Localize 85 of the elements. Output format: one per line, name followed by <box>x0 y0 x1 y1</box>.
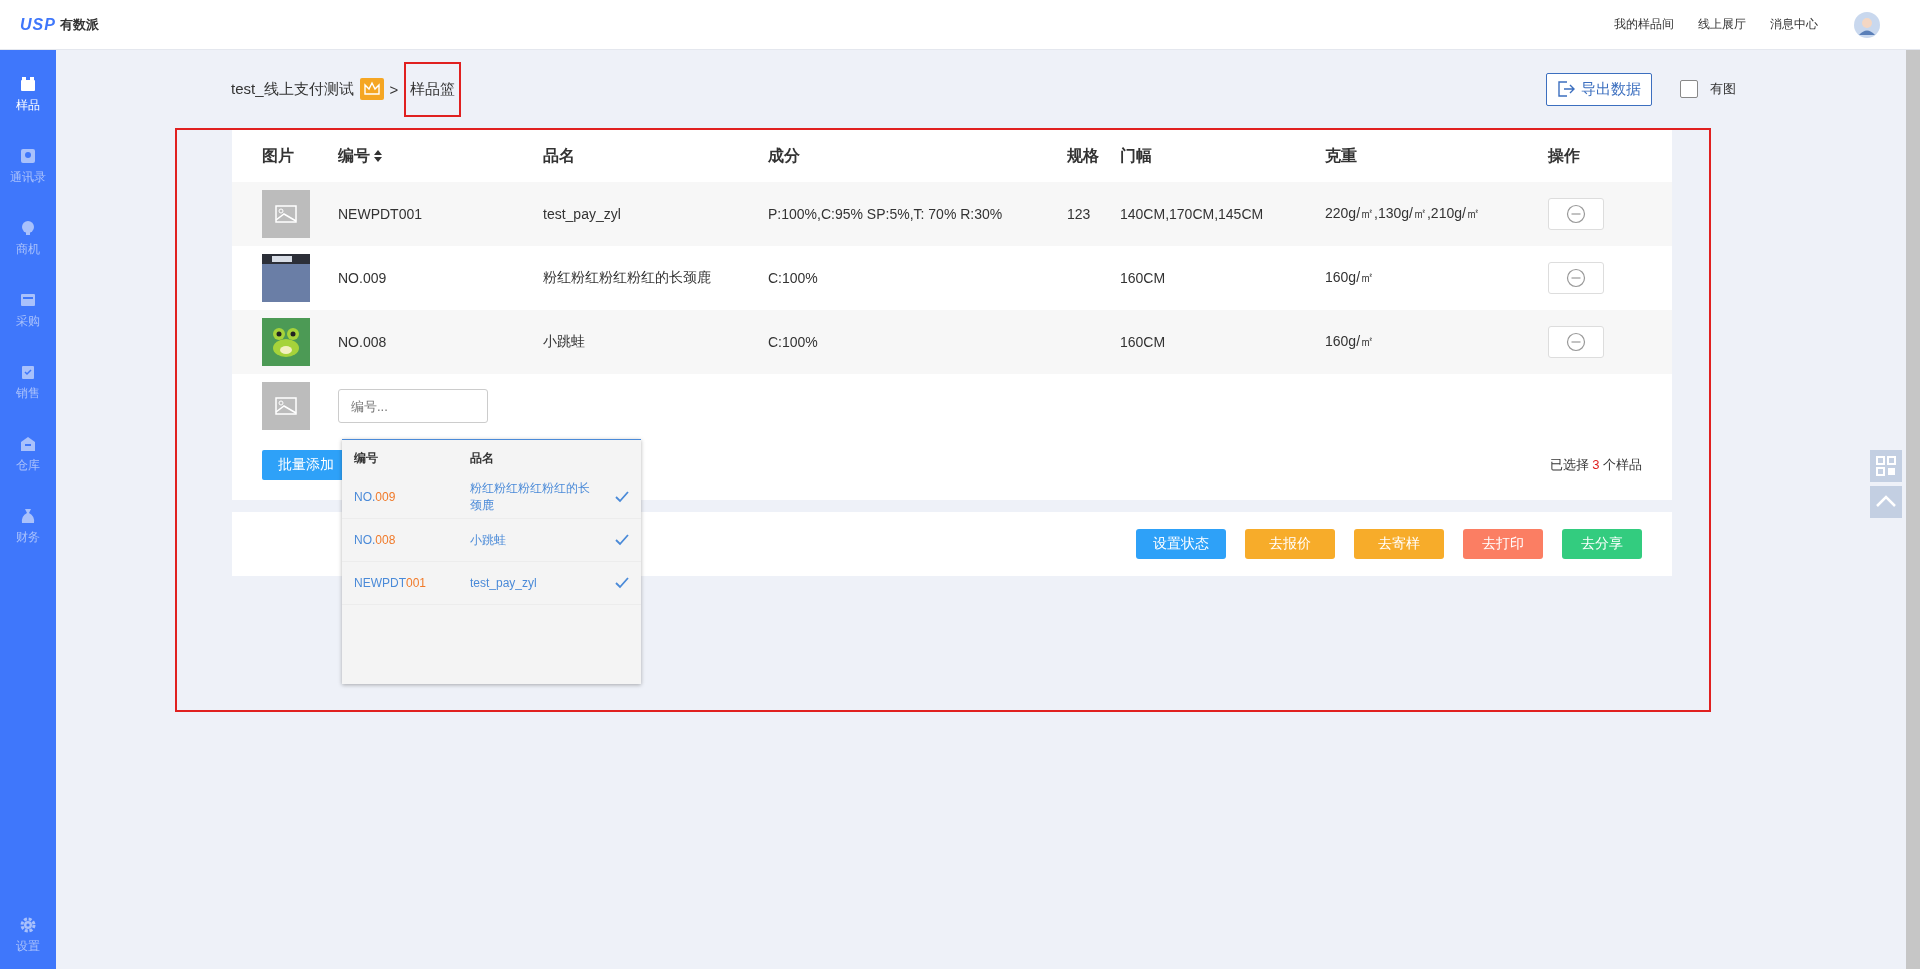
table-cell: C:100% <box>768 270 818 286</box>
column-header: 操作 <box>1548 145 1580 166</box>
breadcrumb-separator: > <box>389 80 399 98</box>
checkbox[interactable] <box>1680 80 1698 98</box>
item-code: NO.009 <box>354 490 397 504</box>
sidebar-item[interactable]: 销售 <box>0 364 56 402</box>
table-cell: 160g/㎡ <box>1325 333 1375 351</box>
minus-circle-icon <box>1566 268 1586 288</box>
table-cell: test_pay_zyl <box>543 206 621 222</box>
column-header: 品名 <box>543 145 575 166</box>
table-cell: C:100% <box>768 334 818 350</box>
column-header: 编号 <box>338 145 370 166</box>
export-icon <box>1557 80 1575 98</box>
item-name: 粉红粉红粉红粉红的长颈鹿 <box>470 480 590 514</box>
breadcrumb-current: 样品篮 <box>404 61 462 117</box>
column-header: 克重 <box>1325 145 1357 166</box>
table-cell: NO.008 <box>338 334 387 350</box>
item-code: NEWPDT001 <box>354 576 428 590</box>
frog-drawing <box>262 318 310 366</box>
module-icon <box>20 436 36 452</box>
sidebar-item[interactable]: 通讯录 <box>0 148 56 186</box>
remove-button[interactable] <box>1548 262 1604 294</box>
scrollbar[interactable] <box>1906 50 1920 969</box>
sidebar-item[interactable]: 采购 <box>0 292 56 330</box>
action-button[interactable]: 设置状态 <box>1136 529 1226 559</box>
sidebar-item[interactable]: 样品 <box>0 76 56 114</box>
action-button[interactable]: 去分享 <box>1562 529 1642 559</box>
top-nav-link[interactable]: 线上展厅 <box>1698 16 1746 33</box>
module-icon <box>20 292 36 308</box>
logo-mark[interactable]: USP <box>20 15 56 34</box>
dropdown-column-header: 编号 <box>354 449 379 467</box>
remove-button[interactable] <box>1548 326 1604 358</box>
top-nav-link[interactable]: 我的样品间 <box>1614 16 1674 33</box>
table-cell: P:100%,C:95% SP:5%,T: 70% R:30% <box>768 206 1003 222</box>
table-cell: 160g/㎡ <box>1325 269 1375 287</box>
photo-placeholder <box>262 254 310 302</box>
sidebar-item[interactable]: 商机 <box>0 220 56 258</box>
column-header: 门幅 <box>1120 145 1152 166</box>
qr-code-icon[interactable] <box>1870 450 1902 482</box>
column-header: 规格 <box>1067 145 1099 166</box>
action-button[interactable]: 去打印 <box>1463 529 1543 559</box>
table-cell: NEWPDT001 <box>338 206 423 222</box>
avatar-icon[interactable] <box>1854 11 1880 38</box>
table-cell: 粉红粉红粉红粉红的长颈鹿 <box>543 269 711 287</box>
selection-summary: 已选择 3 个样品 <box>1549 456 1642 474</box>
dropdown-item[interactable]: NEWPDT001 test_pay_zyl <box>342 562 641 605</box>
table-cell: NO.009 <box>338 270 387 286</box>
code-input-field[interactable]: 编号... <box>338 389 488 423</box>
image-placeholder-icon <box>262 190 310 238</box>
table-cell: 160CM <box>1120 334 1166 350</box>
item-name: test_pay_zyl <box>470 576 538 590</box>
settings-icon <box>20 917 36 933</box>
module-icon <box>20 148 36 164</box>
minus-circle-icon <box>1566 204 1586 224</box>
column-header: 成分 <box>768 145 800 166</box>
table-cell: 160CM <box>1120 270 1166 286</box>
export-button[interactable]: 导出数据 <box>1546 72 1652 106</box>
remove-button[interactable] <box>1548 198 1604 230</box>
table-cell: 123 <box>1067 206 1091 222</box>
dropdown-item[interactable]: NO.009 粉红粉红粉红粉红的长颈鹿 <box>342 476 641 519</box>
action-button[interactable]: 去寄样 <box>1354 529 1444 559</box>
module-icon <box>20 220 36 236</box>
action-button[interactable]: 去报价 <box>1245 529 1335 559</box>
module-icon <box>20 508 36 524</box>
minus-circle-icon <box>1566 332 1586 352</box>
checkbox-label: 有图 <box>1710 80 1736 98</box>
back-to-top-icon[interactable] <box>1870 486 1902 518</box>
item-code: NO.008 <box>354 533 397 547</box>
sidebar-item[interactable]: 财务 <box>0 508 56 546</box>
sidebar-item[interactable]: 仓库 <box>0 436 56 474</box>
settings-item[interactable]: 设置 <box>0 917 56 955</box>
module-icon <box>20 76 36 92</box>
logo-text[interactable]: 有数派 <box>59 15 99 34</box>
module-icon <box>20 364 36 380</box>
image-placeholder-icon <box>262 382 310 430</box>
crown-badge-icon <box>359 78 384 100</box>
table-cell: 小跳蛙 <box>543 333 585 351</box>
dropdown-column-header: 品名 <box>470 449 495 467</box>
table-cell: 220g/㎡,130g/㎡,210g/㎡ <box>1325 205 1480 223</box>
table-cell: 140CM,170CM,145CM <box>1120 206 1264 222</box>
top-nav-link[interactable]: 消息中心 <box>1770 16 1818 33</box>
item-name: 小跳蛙 <box>470 531 507 549</box>
column-header: 图片 <box>262 145 294 166</box>
sort-icon[interactable] <box>374 150 382 162</box>
breadcrumb-project[interactable]: test_线上支付测试 <box>231 79 354 99</box>
